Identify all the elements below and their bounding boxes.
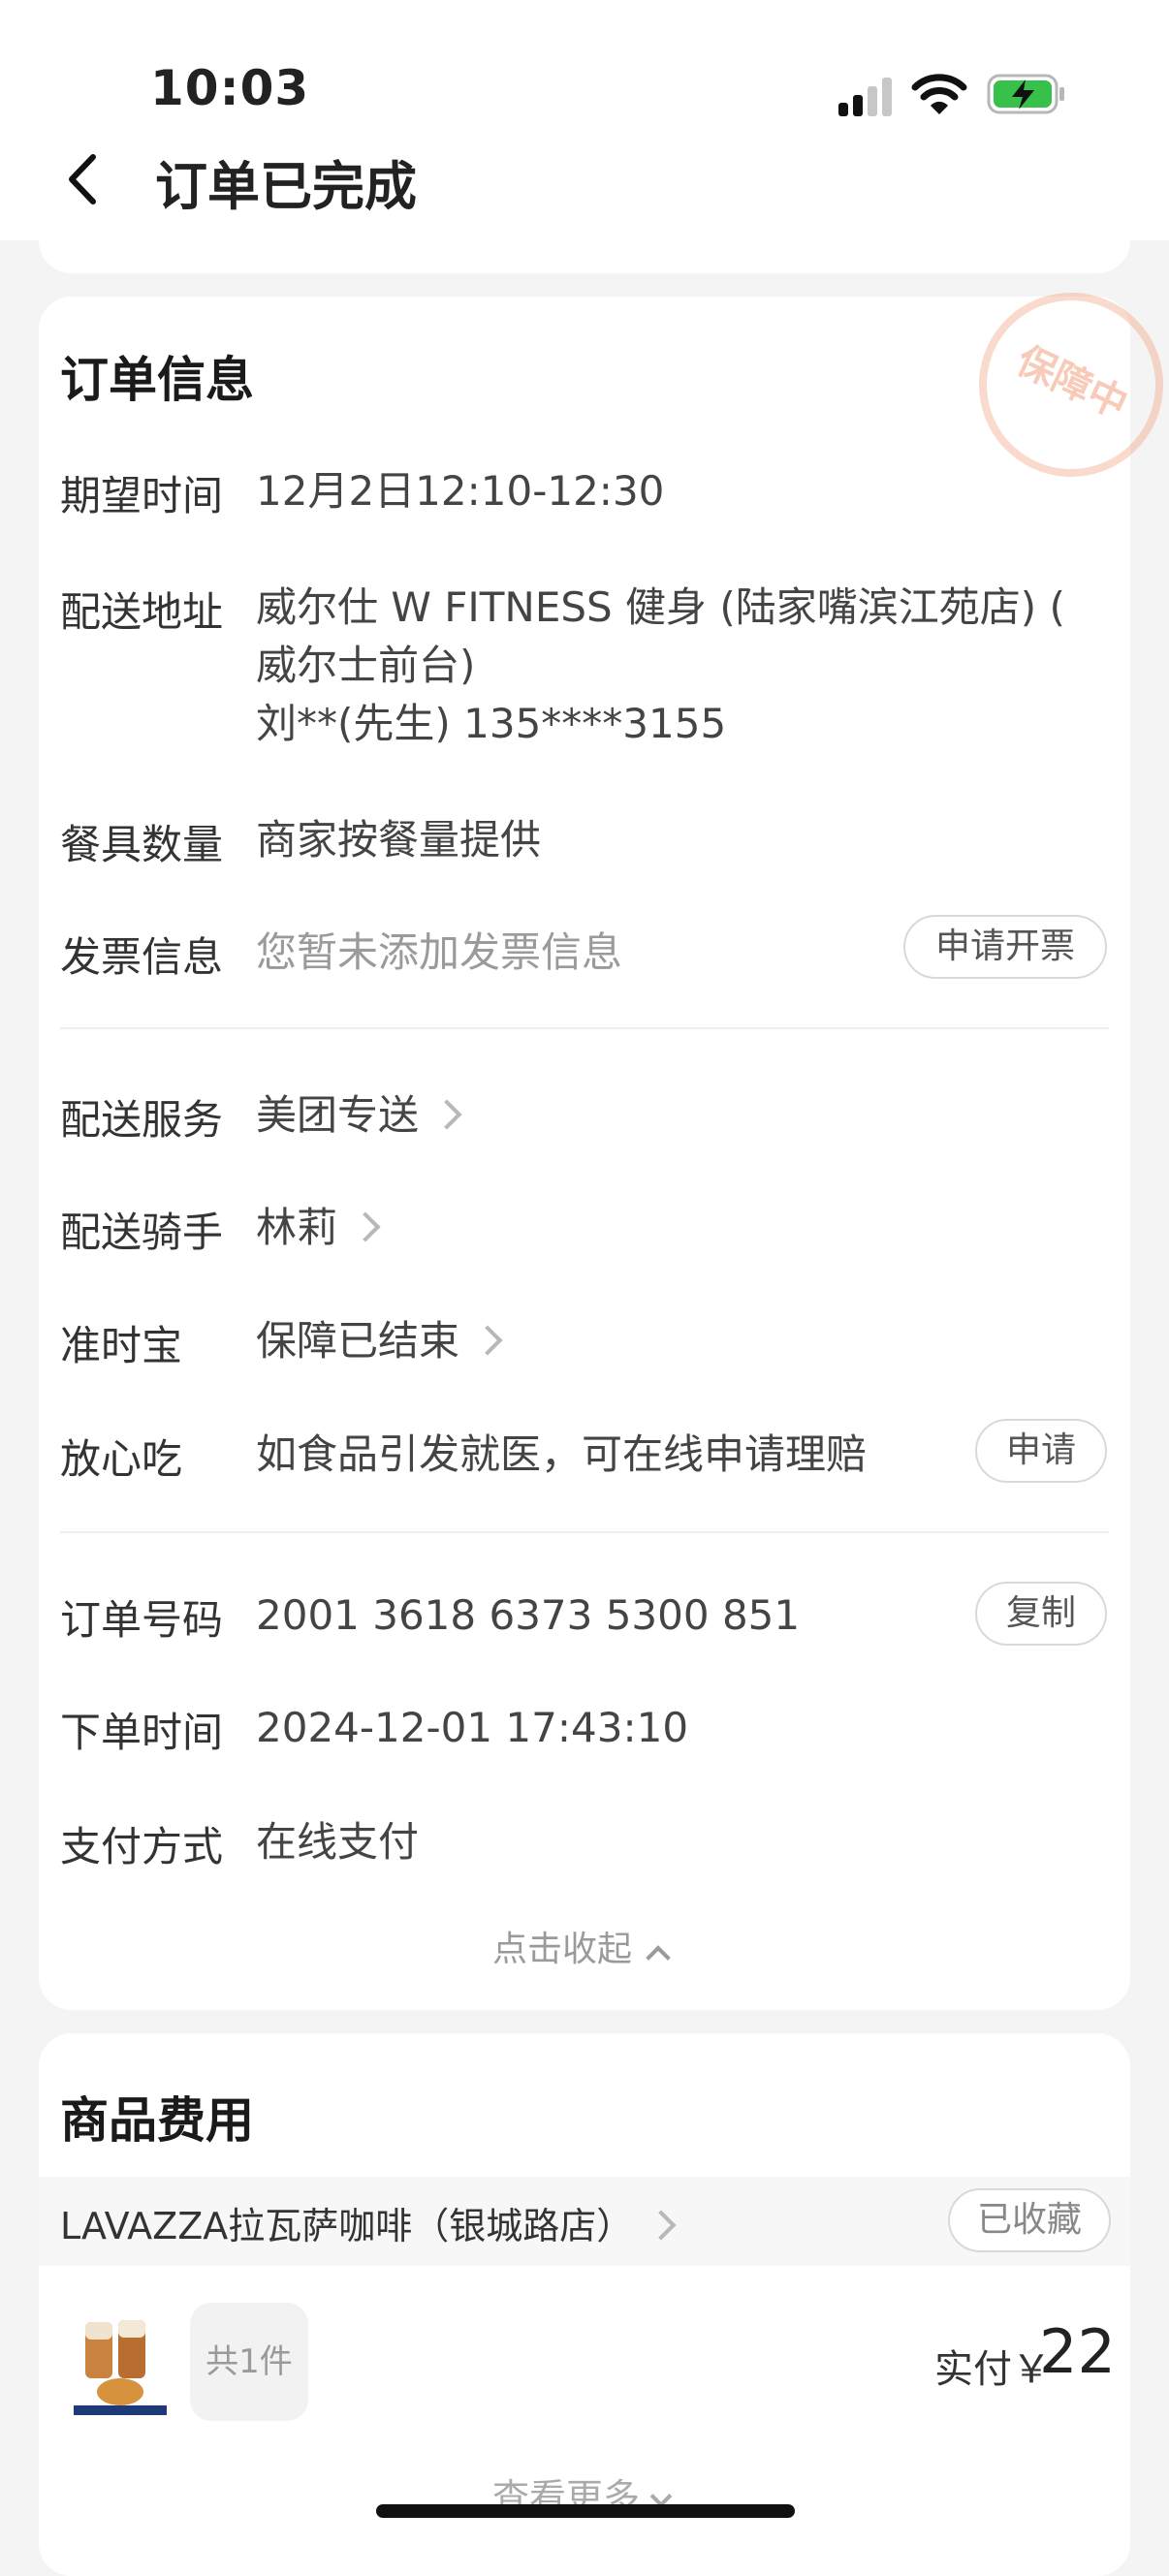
collapse-label: 点击收起 — [492, 1930, 633, 1969]
copy-button[interactable]: 复制 — [975, 1582, 1107, 1646]
food-safety-label: 放心吃 — [60, 1435, 183, 1483]
chevron-right-icon — [431, 1098, 462, 1130]
address-label: 配送地址 — [60, 588, 224, 636]
order-time-label: 下单时间 — [60, 1709, 224, 1756]
shop-name: LAVAZZA拉瓦萨咖啡（银城路店） — [60, 2205, 634, 2247]
on-time-link[interactable]: 保障已结束 — [256, 1311, 503, 1371]
payment-label: 支付方式 — [60, 1823, 224, 1870]
address-line-2: 威尔士前台) — [256, 642, 476, 689]
divider — [60, 1027, 1109, 1029]
paid-label: 实付￥ — [934, 2347, 1051, 2392]
item-count: 共1件 — [190, 2303, 308, 2421]
fees-title: 商品费用 — [60, 2092, 254, 2149]
tableware-value: 商家按餐量提供 — [256, 816, 542, 864]
home-indicator — [376, 2504, 795, 2518]
rider-link[interactable]: 林莉 — [256, 1198, 381, 1258]
divider — [60, 1531, 1109, 1533]
tableware-label: 餐具数量 — [60, 821, 224, 868]
invoice-label: 发票信息 — [60, 933, 224, 981]
expected-time-label: 期望时间 — [60, 472, 224, 519]
order-number-label: 订单号码 — [60, 1596, 224, 1644]
address-contact: 刘**(先生) 135****3155 — [256, 700, 727, 747]
chevron-right-icon — [472, 1324, 503, 1356]
order-time-value: 2024-12-01 17:43:10 — [256, 1704, 689, 1751]
collapse-toggle[interactable]: 点击收起 — [492, 1921, 671, 1971]
order-number-value: 2001 3618 6373 5300 851 — [256, 1591, 801, 1639]
shop-name-link[interactable]: LAVAZZA拉瓦萨咖啡（银城路店） — [60, 2196, 677, 2249]
wifi-icon — [911, 74, 967, 114]
on-time-label: 准时宝 — [60, 1322, 183, 1369]
chevron-up-icon — [646, 1945, 671, 1970]
order-info-title: 订单信息 — [60, 352, 254, 408]
payment-value: 在线支付 — [256, 1818, 420, 1866]
status-time: 10:03 — [150, 60, 310, 116]
paid-amount: 22 — [1039, 2316, 1116, 2387]
product-thumbnail[interactable] — [72, 2318, 169, 2417]
invoice-value: 您暂未添加发票信息 — [256, 928, 623, 976]
rider-value: 林莉 — [256, 1204, 338, 1251]
previous-card-edge — [39, 223, 1130, 273]
rider-label: 配送骑手 — [60, 1209, 224, 1256]
address-line-1: 威尔仕 W FITNESS 健身 (陆家嘴滨江苑店) ( — [256, 583, 1065, 631]
back-arrow-icon[interactable] — [62, 153, 105, 205]
delivery-service-link[interactable]: 美团专送 — [256, 1085, 462, 1146]
page-title: 订单已完成 — [155, 156, 417, 217]
delivery-service-value: 美团专送 — [256, 1091, 420, 1139]
chevron-right-icon — [646, 2209, 677, 2241]
expected-time-value: 12月2日12:10-12:30 — [256, 467, 665, 515]
on-time-value: 保障已结束 — [256, 1317, 460, 1365]
delivery-service-label: 配送服务 — [60, 1096, 224, 1144]
cellular-signal-icon — [838, 78, 892, 116]
battery-charging-icon — [987, 74, 1064, 114]
food-safety-value: 如食品引发就医，可在线申请理赔 — [256, 1430, 868, 1478]
apply-claim-button[interactable]: 申请 — [975, 1419, 1107, 1483]
apply-invoice-button[interactable]: 申请开票 — [903, 915, 1107, 979]
chevron-right-icon — [350, 1210, 381, 1242]
favorited-button[interactable]: 已收藏 — [948, 2188, 1111, 2252]
